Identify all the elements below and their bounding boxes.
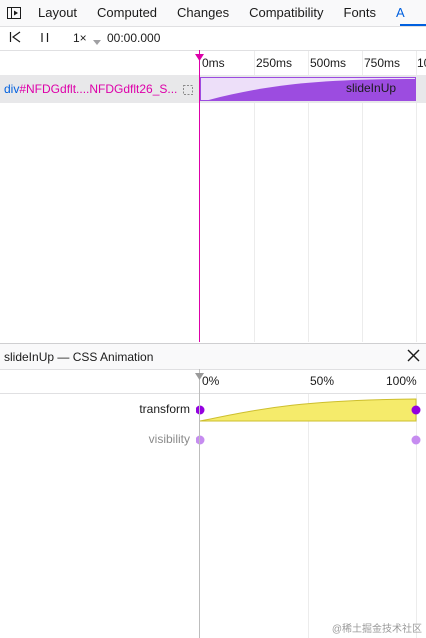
- visibility-keyframe-graph: [196, 435, 421, 445]
- timeline-scrubber[interactable]: [199, 50, 200, 342]
- keyframe-marker: [196, 405, 205, 415]
- tick-label: 750ms: [364, 56, 401, 70]
- rewind-icon[interactable]: [9, 31, 23, 43]
- tick-label: 250ms: [256, 56, 293, 70]
- progress-tick: 50%: [310, 374, 335, 388]
- animation-toolbar: 1× 00:00.000: [0, 27, 426, 49]
- current-time: 00:00.000: [107, 31, 161, 45]
- progress-tick: 0%: [202, 374, 220, 388]
- animation-target[interactable]: div#NFDGdflt....NFDGdflt26_S...: [4, 82, 177, 96]
- transform-keyframe-graph: [196, 398, 421, 422]
- select-node-icon[interactable]: [183, 84, 193, 98]
- pause-icon[interactable]: [39, 31, 51, 43]
- keyframe-marker: [196, 435, 205, 445]
- tab-computed[interactable]: Computed: [87, 0, 167, 26]
- target-id: #NFDGdflt....NFDGdflt26_S...: [19, 82, 178, 96]
- keyframe-marker: [411, 405, 421, 415]
- property-visibility-label: visibility: [148, 432, 190, 446]
- tab-changes[interactable]: Changes: [167, 0, 239, 26]
- chevron-down-icon[interactable]: [93, 35, 101, 49]
- property-transform-label: transform: [139, 402, 190, 416]
- tick-label: 10: [417, 56, 426, 70]
- tab-fonts[interactable]: Fonts: [334, 0, 387, 26]
- watermark: @稀土掘金技术社区: [331, 624, 422, 635]
- sidebar-toggle-icon[interactable]: [0, 0, 28, 26]
- details-scrubber[interactable]: [199, 369, 200, 638]
- tab-layout[interactable]: Layout: [28, 0, 87, 26]
- panel-tabbar: Layout Computed Changes Compatibility Fo…: [0, 0, 426, 27]
- target-tag: div: [4, 82, 20, 96]
- tab-compatibility[interactable]: Compatibility: [239, 0, 333, 26]
- details-title: slideInUp — CSS Animation: [4, 350, 154, 364]
- grid-line: [416, 394, 417, 638]
- tab-animations[interactable]: A: [386, 0, 415, 26]
- playback-rate-select[interactable]: 1×: [73, 31, 87, 45]
- animation-name: slideInUp: [346, 81, 397, 95]
- scrubber-handle-icon[interactable]: [195, 50, 204, 64]
- tick-label: 0ms: [202, 56, 225, 70]
- grid-line: [308, 394, 309, 638]
- progress-tick: 100%: [386, 374, 417, 388]
- details-scrubber-handle-icon[interactable]: [195, 369, 204, 383]
- close-icon[interactable]: [407, 349, 420, 365]
- tick-label: 500ms: [310, 56, 347, 70]
- keyframe-marker: [411, 435, 421, 445]
- animation-details-header: slideInUp — CSS Animation: [0, 343, 426, 370]
- progress-header: 0% 50% 100%: [0, 369, 426, 394]
